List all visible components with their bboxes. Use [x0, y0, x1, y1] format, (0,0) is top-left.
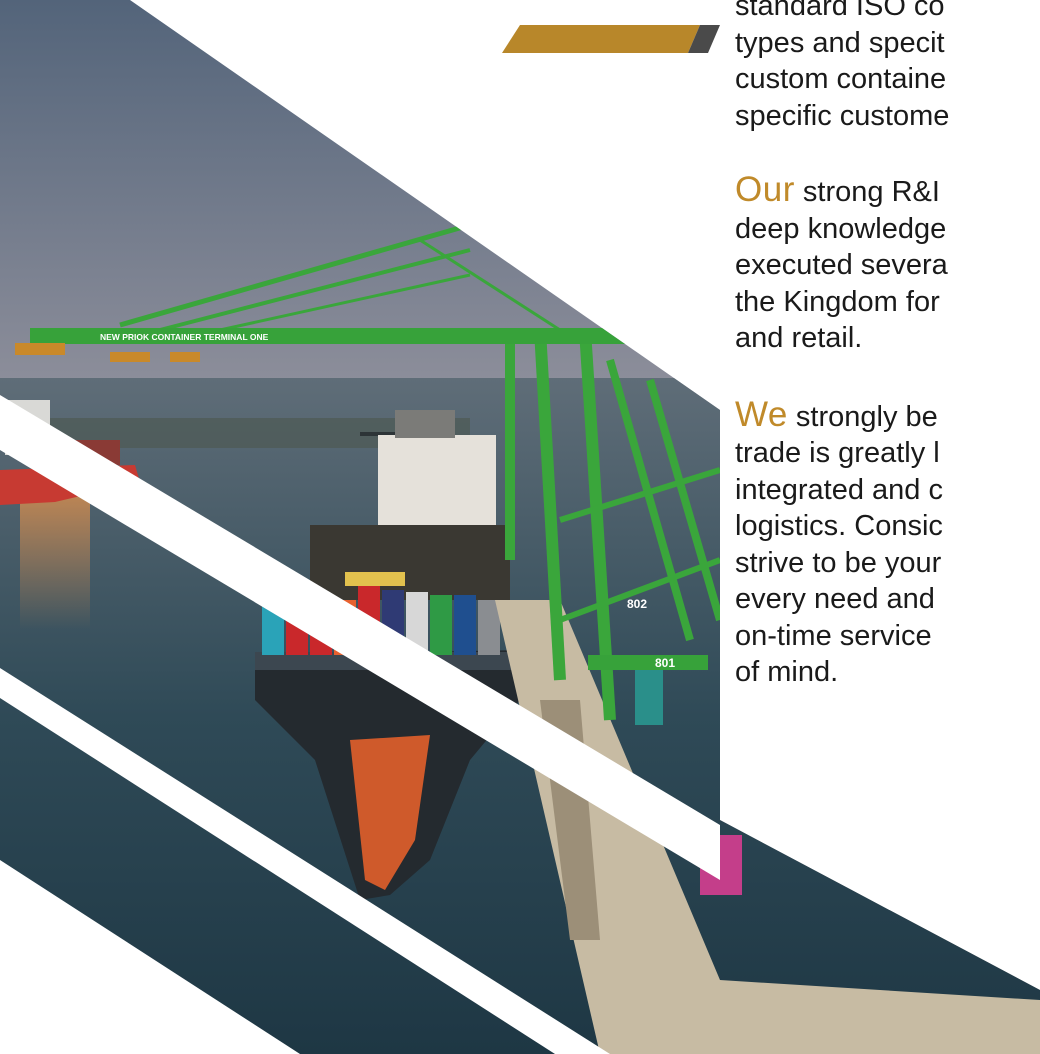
line: trade is greatly l [735, 437, 940, 469]
paragraph-rnd: Our strong R&I deep knowledge executed s… [735, 170, 1040, 357]
about-text-column: standard ISO co types and specit custom … [735, 0, 1040, 691]
accent-bar [502, 25, 720, 53]
line: on-time service [735, 619, 932, 652]
line: logistics. Consic [735, 510, 943, 542]
line: standard ISO co [735, 0, 945, 22]
line: integrated and c [735, 473, 943, 506]
line: strongly be [787, 400, 938, 433]
line: specific custome [735, 99, 950, 132]
line: deep knowledge [735, 212, 947, 245]
paragraph-iso-containers: standard ISO co types and specit custom … [735, 0, 1040, 134]
crane-number-802: 802 [627, 597, 647, 611]
paragraph-trade: We strongly be trade is greatly l integr… [735, 394, 1040, 691]
line: the Kingdom for [735, 285, 940, 318]
line: strive to be your [735, 546, 942, 579]
lead-word-our: Our [735, 170, 795, 209]
line: custom containe [735, 63, 947, 95]
line: strong R&I [794, 176, 940, 208]
line: and retail. [735, 322, 863, 354]
line: every need and [735, 583, 935, 615]
lead-word-we: We [735, 394, 788, 434]
crane-number-801: 801 [655, 656, 675, 670]
line: executed severa [735, 249, 948, 281]
line: types and specit [735, 26, 945, 59]
crane-sign: NEW PRIOK CONTAINER TERMINAL ONE [100, 332, 269, 342]
line: of mind. [735, 656, 839, 688]
